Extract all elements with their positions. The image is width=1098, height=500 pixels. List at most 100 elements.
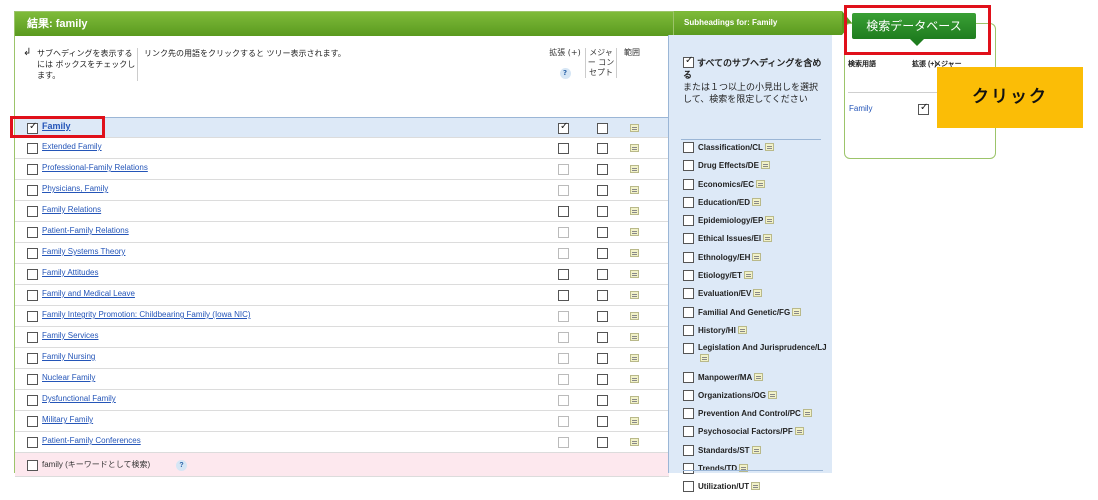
term-checkbox[interactable] — [27, 185, 38, 196]
scope-note-icon[interactable] — [630, 124, 639, 132]
subheading-checkbox[interactable] — [683, 215, 694, 227]
subheading-checkbox[interactable] — [683, 371, 694, 383]
scope-note-icon[interactable] — [768, 390, 778, 399]
subheading-checkbox[interactable] — [683, 324, 694, 336]
term-link[interactable]: Professional-Family Relations — [42, 163, 148, 172]
term-checkbox[interactable] — [27, 353, 38, 364]
major-concept-checkbox[interactable] — [597, 185, 608, 196]
subheading-item[interactable]: Standards/ST — [683, 444, 829, 456]
subheading-item[interactable]: Trends/TD — [683, 463, 829, 475]
subheading-item[interactable]: Education/ED — [683, 196, 829, 208]
term-checkbox[interactable] — [27, 164, 38, 175]
scope-note-icon[interactable] — [630, 312, 639, 320]
subheading-checkbox[interactable] — [683, 160, 694, 172]
scope-note-icon[interactable] — [754, 372, 764, 381]
term-link[interactable]: Physicians, Family — [42, 184, 108, 193]
major-concept-checkbox[interactable] — [597, 374, 608, 385]
scope-note-icon[interactable] — [630, 417, 639, 425]
explode-checkbox[interactable] — [558, 374, 569, 385]
keyword-checkbox[interactable] — [27, 460, 38, 471]
explode-checkbox[interactable] — [558, 164, 569, 175]
term-checkbox[interactable] — [27, 143, 38, 154]
scope-note-icon[interactable] — [630, 354, 639, 362]
major-concept-checkbox[interactable] — [597, 416, 608, 427]
subheading-item[interactable]: Ethnology/EH — [683, 251, 829, 263]
explode-checkbox[interactable] — [558, 248, 569, 259]
term-link[interactable]: Nuclear Family — [42, 373, 95, 382]
scope-note-icon[interactable] — [753, 289, 763, 298]
subheading-item[interactable]: Prevention And Control/PC — [683, 408, 829, 420]
term-checkbox[interactable] — [27, 311, 38, 322]
subheading-item[interactable]: Evaluation/EV — [683, 288, 829, 300]
term-link[interactable]: Extended Family — [42, 142, 102, 151]
subheading-checkbox[interactable] — [683, 142, 694, 153]
term-link[interactable]: Family Attitudes — [42, 268, 98, 277]
subheading-item[interactable]: Ethical Issues/EI — [683, 233, 829, 245]
subheading-checkbox[interactable] — [683, 463, 694, 475]
explode-checkbox[interactable] — [558, 353, 569, 364]
term-link[interactable]: Patient-Family Relations — [42, 226, 129, 235]
subheading-item[interactable]: Familial And Genetic/FG — [683, 306, 829, 318]
scope-note-icon[interactable] — [630, 375, 639, 383]
explode-checkbox[interactable] — [558, 185, 569, 196]
scope-note-icon[interactable] — [765, 216, 775, 225]
major-concept-checkbox[interactable] — [597, 353, 608, 364]
scope-note-icon[interactable] — [630, 144, 639, 152]
scope-note-icon[interactable] — [630, 249, 639, 257]
subheading-checkbox[interactable] — [683, 270, 694, 282]
term-checkbox[interactable] — [27, 332, 38, 343]
scope-note-icon[interactable] — [752, 197, 762, 206]
subheading-item[interactable]: Psychosocial Factors/PF — [683, 426, 829, 438]
subheading-checkbox[interactable] — [683, 426, 694, 438]
term-checkbox[interactable] — [27, 416, 38, 427]
term-link[interactable]: Dysfunctional Family — [42, 394, 116, 403]
db-search-term[interactable]: Family — [849, 104, 873, 113]
subheading-checkbox[interactable] — [683, 444, 694, 456]
major-concept-checkbox[interactable] — [597, 227, 608, 238]
subheading-item[interactable]: Legislation And Jurisprudence/LJ — [683, 343, 829, 364]
term-link[interactable]: Family Systems Theory — [42, 247, 125, 256]
term-link[interactable]: Family Integrity Promotion: Childbearing… — [42, 310, 251, 319]
major-concept-checkbox[interactable] — [597, 248, 608, 259]
major-concept-checkbox[interactable] — [597, 395, 608, 406]
scope-note-icon[interactable] — [737, 325, 747, 334]
scope-note-icon[interactable] — [630, 165, 639, 173]
scope-note-icon[interactable] — [630, 396, 639, 404]
major-concept-checkbox[interactable] — [597, 290, 608, 301]
major-concept-checkbox[interactable] — [597, 164, 608, 175]
term-checkbox[interactable] — [27, 395, 38, 406]
term-link[interactable]: Family Services — [42, 331, 98, 340]
major-concept-checkbox[interactable] — [597, 332, 608, 343]
subheading-checkbox[interactable] — [683, 408, 694, 420]
term-checkbox[interactable] — [27, 227, 38, 238]
scope-note-icon[interactable] — [792, 307, 802, 316]
explode-checkbox[interactable] — [558, 269, 569, 280]
term-checkbox[interactable] — [27, 269, 38, 280]
subheading-checkbox[interactable] — [683, 196, 694, 208]
subheading-checkbox[interactable] — [683, 389, 694, 401]
scope-note-icon[interactable] — [700, 354, 709, 363]
term-checkbox[interactable] — [27, 248, 38, 259]
scope-note-icon[interactable] — [756, 179, 766, 188]
scope-note-icon[interactable] — [744, 271, 753, 280]
scope-note-icon[interactable] — [752, 252, 762, 261]
subheading-checkbox[interactable] — [683, 251, 694, 263]
scope-note-icon[interactable] — [630, 291, 639, 299]
explode-checkbox[interactable] — [558, 395, 569, 406]
scope-note-icon[interactable] — [760, 161, 770, 170]
scope-note-icon[interactable] — [751, 482, 761, 491]
subheading-item[interactable]: History/HI — [683, 324, 829, 336]
subheading-item[interactable]: Manpower/MA — [683, 371, 829, 383]
term-link[interactable]: Family and Medical Leave — [42, 289, 135, 298]
scope-note-icon[interactable] — [630, 438, 639, 446]
scope-note-icon[interactable] — [802, 409, 812, 418]
term-checkbox[interactable] — [27, 206, 38, 217]
explode-checkbox[interactable] — [558, 206, 569, 217]
explode-checkbox[interactable] — [558, 437, 569, 448]
major-concept-checkbox[interactable] — [597, 123, 608, 134]
scope-note-icon[interactable] — [763, 234, 773, 243]
subheading-item[interactable]: Organizations/OG — [683, 389, 829, 401]
include-all-checkbox[interactable] — [683, 55, 694, 68]
db-explode-checkbox[interactable] — [918, 102, 929, 115]
subheading-checkbox[interactable] — [683, 343, 694, 355]
